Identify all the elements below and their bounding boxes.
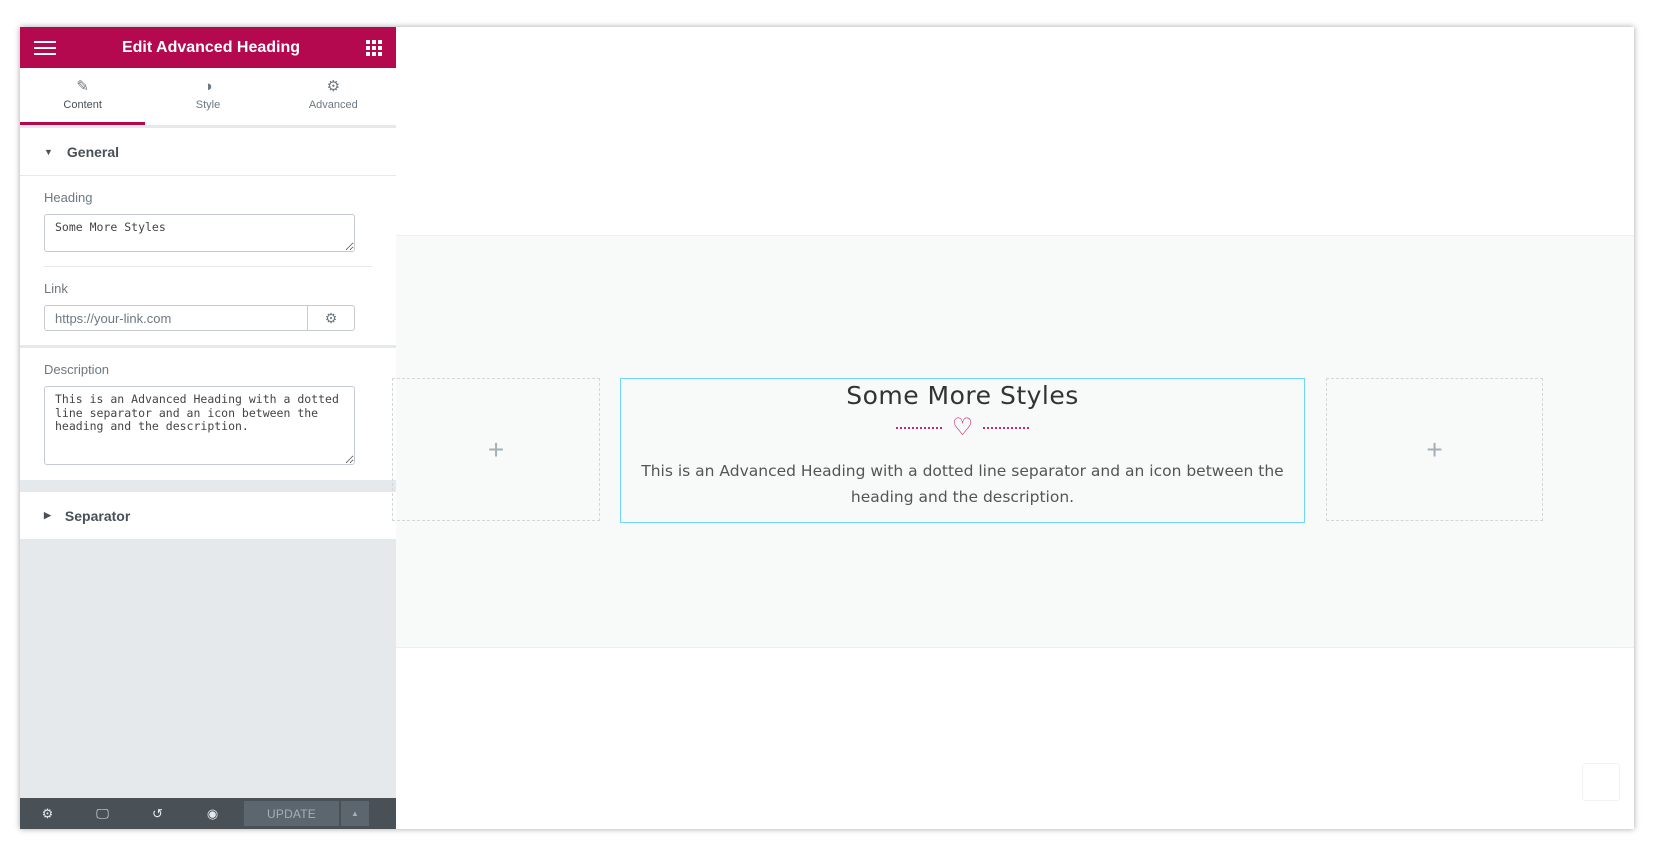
dotted-line-right: [983, 427, 1030, 429]
general-controls: Heading Some More Styles Link ⚙: [20, 176, 396, 345]
widgets-grid-icon[interactable]: [365, 39, 382, 56]
dotted-separator: ♡: [621, 416, 1304, 440]
tab-style[interactable]: ◑ Style: [145, 68, 271, 125]
description-textarea[interactable]: This is an Advanced Heading with a dotte…: [44, 386, 355, 465]
tab-style-label: Style: [195, 99, 221, 111]
description-controls: Description This is an Advanced Heading …: [20, 348, 396, 480]
caret-right-icon: ▶: [44, 510, 51, 520]
description-label: Description: [44, 362, 110, 377]
heart-icon: ♡: [951, 414, 974, 441]
empty-column-right[interactable]: +: [1326, 378, 1543, 521]
section-separator-toggle[interactable]: ▶ Separator: [20, 492, 396, 539]
responsive-desktop-icon[interactable]: 🖵: [75, 806, 130, 822]
link-input[interactable]: [45, 306, 307, 330]
panel-title: Edit Advanced Heading: [121, 38, 301, 56]
tab-advanced[interactable]: ⚙ Advanced: [270, 68, 396, 125]
editor-window: Edit Advanced Heading ✎ Content ◑ Style …: [20, 27, 1634, 829]
empty-column-left[interactable]: +: [392, 378, 600, 521]
update-button[interactable]: UPDATE: [244, 801, 339, 826]
history-icon[interactable]: ↺: [130, 806, 185, 822]
tab-advanced-label: Advanced: [308, 99, 358, 111]
section-general-title: General: [66, 143, 120, 160]
section-general-toggle[interactable]: ▼ General: [20, 128, 396, 175]
settings-gear-icon[interactable]: ⚙: [20, 806, 75, 822]
widget-description: This is an Advanced Heading with a dotte…: [641, 462, 1284, 506]
add-widget-plus-icon[interactable]: +: [488, 434, 504, 466]
heading-textarea[interactable]: Some More Styles: [44, 214, 355, 252]
link-options-gear-icon[interactable]: ⚙: [307, 306, 354, 330]
preview-canvas: + Some More Styles ♡ This is an Advanced…: [392, 27, 1634, 829]
add-widget-plus-icon[interactable]: +: [1426, 434, 1442, 466]
panel-footer: ⚙ 🖵 ↺ ◉ UPDATE ▲: [20, 798, 396, 829]
hamburger-menu-icon[interactable]: [34, 40, 56, 55]
navigator-handle[interactable]: [1582, 763, 1620, 801]
caret-down-icon: ▼: [44, 146, 53, 157]
tab-content-label: Content: [63, 99, 102, 111]
save-options-caret-up-icon[interactable]: ▲: [341, 801, 369, 826]
pencil-icon: ✎: [76, 78, 89, 95]
panel-header: Edit Advanced Heading: [20, 27, 396, 68]
link-field: ⚙: [44, 305, 355, 331]
panel-tabs: ✎ Content ◑ Style ⚙ Advanced: [20, 68, 396, 125]
editor-panel: Edit Advanced Heading ✎ Content ◑ Style …: [20, 27, 396, 829]
advanced-heading-widget[interactable]: Some More Styles ♡ This is an Advanced H…: [620, 378, 1305, 523]
section-separator-title: Separator: [64, 507, 131, 524]
tab-content[interactable]: ✎ Content: [20, 68, 146, 125]
dotted-line-left: [895, 427, 942, 429]
preview-eye-icon[interactable]: ◉: [185, 806, 240, 822]
gear-icon: ⚙: [326, 78, 341, 95]
heading-label: Heading: [44, 190, 93, 205]
half-circle-icon: ◑: [203, 78, 213, 95]
link-label: Link: [44, 281, 68, 296]
widget-heading: Some More Styles: [846, 381, 1079, 410]
